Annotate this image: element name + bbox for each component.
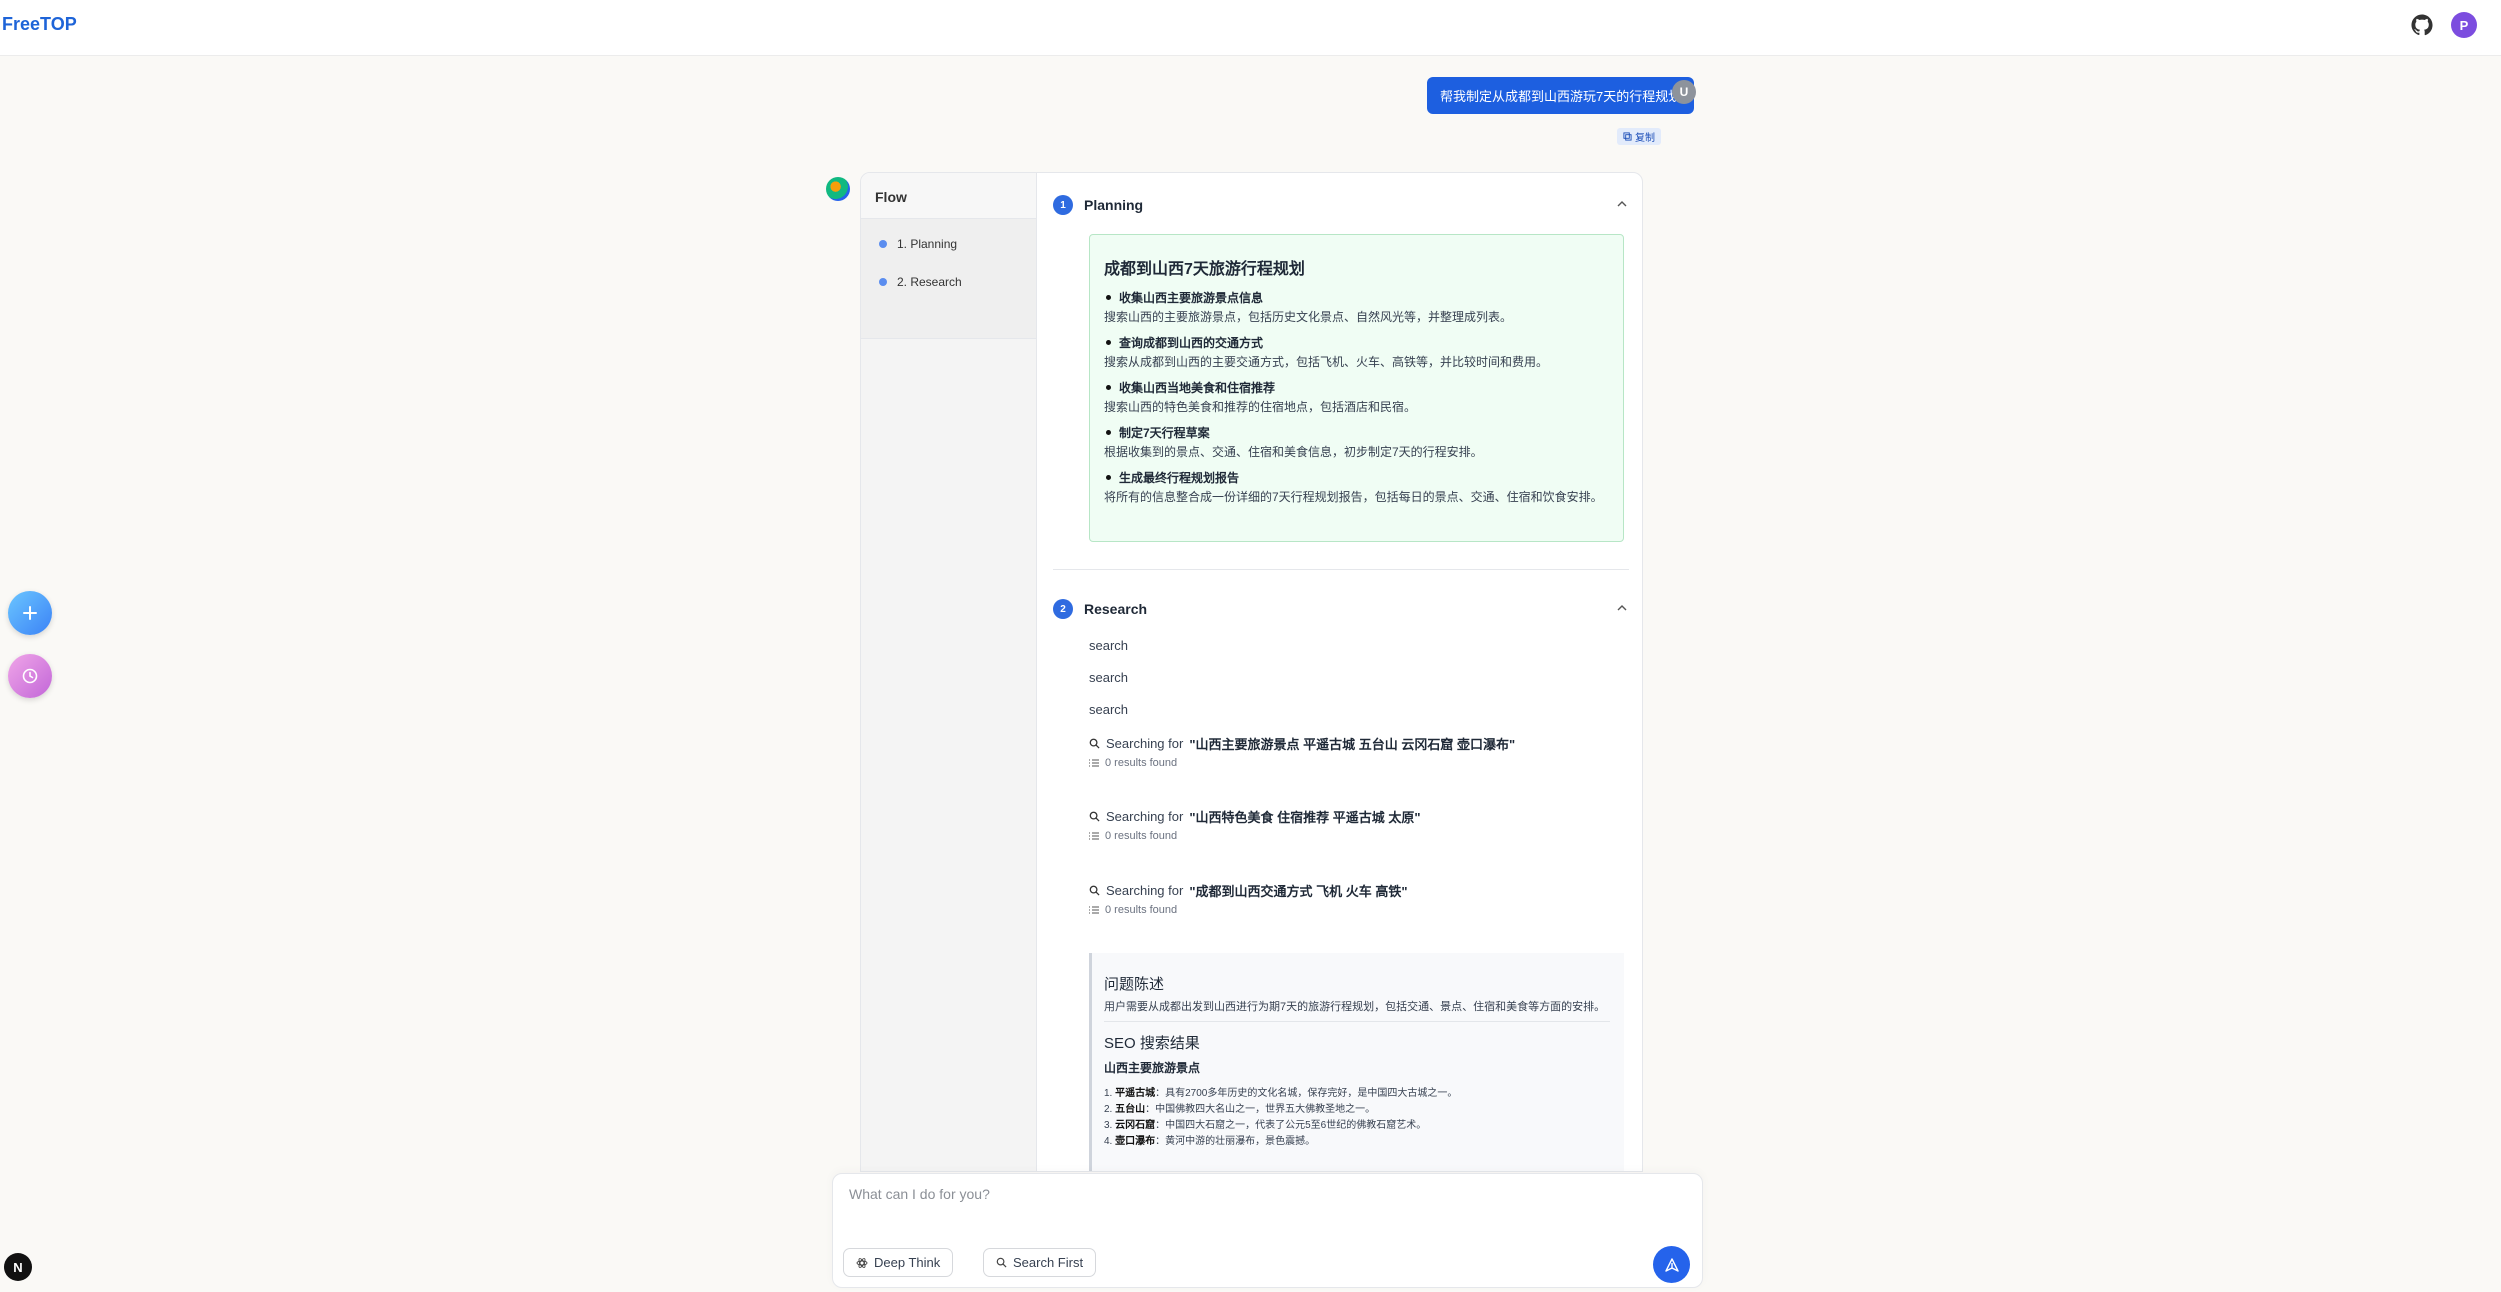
report-subheading: 山西主要旅游景点 (1104, 1061, 1201, 1075)
plan-step-title: 生成最终行程规划报告 (1104, 469, 1609, 486)
flow-title: Flow (861, 173, 1036, 219)
search-icon (1089, 885, 1100, 896)
search-first-toggle[interactable]: Search First (983, 1248, 1097, 1277)
flow-item-label: 2. Research (897, 275, 962, 289)
atom-icon (856, 1257, 868, 1268)
search-results-count: 0 results found (1105, 904, 1178, 916)
send-button[interactable] (1653, 1246, 1690, 1283)
plan-step-title: 制定7天行程草案 (1104, 424, 1609, 441)
flow-dot-icon (879, 278, 887, 286)
search-query-line: Searching for "山西特色美食 住宿推荐 平遥古城 太原" (1089, 807, 1421, 826)
flow-sidebar: Flow 1. Planning 2. Research (861, 173, 1037, 1171)
searching-prefix: Searching for (1106, 883, 1184, 898)
plan-box: 成都到山西7天旅游行程规划 收集山西主要旅游景点信息 搜索山西的主要旅游景点，包… (1089, 234, 1624, 542)
planning-section-header[interactable]: 1 Planning (1053, 190, 1629, 220)
search-results-count: 0 results found (1105, 757, 1178, 769)
plan-step-desc: 搜索山西的特色美食和推荐的住宿地点，包括酒店和民宿。 (1104, 400, 1417, 414)
brand-logo[interactable]: FreeTOP (2, 14, 77, 35)
search-icon (1089, 738, 1100, 749)
history-button[interactable] (8, 654, 52, 698)
search-icon (1089, 811, 1100, 822)
tool-call-label: search (1089, 702, 1129, 717)
search-results-line: 0 results found (1089, 757, 1177, 769)
search-query: "山西特色美食 住宿推荐 平遥古城 太原" (1189, 810, 1421, 825)
report-heading: 问题陈述 (1104, 976, 1165, 993)
copy-button[interactable]: 复制 (1617, 128, 1661, 145)
tool-call-label: search (1089, 638, 1129, 653)
searching-prefix: Searching for (1106, 809, 1184, 824)
plan-step: 查询成都到山西的交通方式 搜索从成都到山西的主要交通方式，包括飞机、火车、高铁等… (1104, 334, 1609, 373)
copy-icon (1623, 132, 1632, 141)
planning-section-title: Planning (1084, 197, 1144, 213)
assistant-avatar (826, 177, 850, 201)
send-icon (1664, 1257, 1679, 1272)
deep-think-label: Deep Think (874, 1255, 941, 1270)
section-divider (1053, 569, 1629, 570)
nextjs-logo-icon[interactable]: N (4, 1253, 32, 1281)
search-results-line: 0 results found (1089, 904, 1177, 916)
chat-input-bar: Deep Think Search First (832, 1173, 1703, 1288)
flow-content: 1 Planning 成都到山西7天旅游行程规划 收集山西主要旅游景点信息 搜索… (1053, 173, 1629, 1171)
clock-icon (22, 668, 38, 684)
plan-step-desc: 将所有的信息整合成一份详细的7天行程规划报告，包括每日的景点、交通、住宿和饮食安… (1104, 490, 1603, 504)
plan-step-desc: 根据收集到的景点、交通、住宿和美食信息，初步制定7天的行程安排。 (1104, 445, 1483, 459)
flow-step-list: 1. Planning 2. Research (861, 219, 1036, 339)
list-icon (1089, 832, 1099, 840)
report-paragraph: 用户需要从成都出发到山西进行为期7天的旅游行程规划，包括交通、景点、住宿和美食等… (1104, 1000, 1610, 1022)
plan-step-title: 查询成都到山西的交通方式 (1104, 334, 1609, 351)
copy-label: 复制 (1635, 133, 1655, 144)
github-icon[interactable] (2411, 14, 2433, 36)
flow-item-label: 1. Planning (897, 237, 958, 251)
research-step-number: 2 (1053, 599, 1073, 619)
research-section-header[interactable]: 2 Research (1053, 594, 1629, 624)
planning-step-number: 1 (1053, 195, 1073, 215)
report-list-item: 4. 壶口瀑布：黄河中游的壮丽瀑布，景色震撼。 (1104, 1136, 1316, 1147)
plan-step: 收集山西主要旅游景点信息 搜索山西的主要旅游景点，包括历史文化景点、自然风光等，… (1104, 289, 1609, 328)
plan-step-desc: 搜索山西的主要旅游景点，包括历史文化景点、自然风光等，并整理成列表。 (1104, 310, 1513, 324)
user-message-avatar: U (1672, 80, 1696, 104)
report-list-item: 2. 五台山：中国佛教四大名山之一，世界五大佛教圣地之一。 (1104, 1104, 1376, 1115)
search-query: "成都到山西交通方式 飞机 火车 高铁" (1189, 884, 1408, 899)
search-query: "山西主要旅游景点 平遥古城 五台山 云冈石窟 壶口瀑布" (1189, 737, 1516, 752)
flow-dot-icon (879, 240, 887, 248)
list-icon (1089, 759, 1099, 767)
search-first-label: Search First (1013, 1255, 1084, 1270)
flow-item-planning[interactable]: 1. Planning (861, 225, 1036, 263)
chevron-up-icon[interactable] (1615, 197, 1629, 211)
search-icon (996, 1257, 1007, 1268)
deep-think-toggle[interactable]: Deep Think (843, 1248, 954, 1277)
plan-step: 收集山西当地美食和住宿推荐 搜索山西的特色美食和推荐的住宿地点，包括酒店和民宿。 (1104, 379, 1609, 418)
search-results-line: 0 results found (1089, 830, 1177, 842)
tool-call-label: search (1089, 670, 1129, 685)
top-header: FreeTOP P (0, 0, 2501, 56)
flow-item-research[interactable]: 2. Research (861, 263, 1036, 301)
plan-step: 制定7天行程草案 根据收集到的景点、交通、住宿和美食信息，初步制定7天的行程安排… (1104, 424, 1609, 463)
search-query-line: Searching for "成都到山西交通方式 飞机 火车 高铁" (1089, 881, 1408, 900)
new-chat-button[interactable] (8, 591, 52, 635)
research-section-title: Research (1084, 601, 1148, 617)
plan-title: 成都到山西7天旅游行程规划 (1104, 261, 1305, 278)
report-heading: SEO 搜索结果 (1104, 1035, 1200, 1052)
user-avatar[interactable]: P (2451, 12, 2477, 38)
chevron-up-icon[interactable] (1615, 601, 1629, 615)
search-results-count: 0 results found (1105, 830, 1178, 842)
plan-step-desc: 搜索从成都到山西的主要交通方式，包括飞机、火车、高铁等，并比较时间和费用。 (1104, 355, 1549, 369)
report-list-item: 3. 云冈石窟：中国四大石窟之一，代表了公元5至6世纪的佛教石窟艺术。 (1104, 1120, 1427, 1131)
report-list-item: 1. 平遥古城：具有2700多年历史的文化名城，保存完好，是中国四大古城之一。 (1104, 1088, 1458, 1099)
plan-step-title: 收集山西主要旅游景点信息 (1104, 289, 1609, 306)
searching-prefix: Searching for (1106, 736, 1184, 751)
plan-step-title: 收集山西当地美食和住宿推荐 (1104, 379, 1609, 396)
research-report: 问题陈述 用户需要从成都出发到山西进行为期7天的旅游行程规划，包括交通、景点、住… (1089, 953, 1624, 1171)
plus-icon (23, 606, 37, 620)
flow-card: Flow 1. Planning 2. Research 1 Planning … (860, 172, 1643, 1172)
user-message-bubble: 帮我制定从成都到山西游玩7天的行程规划 (1427, 77, 1695, 114)
list-icon (1089, 906, 1099, 914)
chat-input[interactable] (849, 1186, 1669, 1226)
search-query-line: Searching for "山西主要旅游景点 平遥古城 五台山 云冈石窟 壶口… (1089, 734, 1515, 753)
plan-step: 生成最终行程规划报告 将所有的信息整合成一份详细的7天行程规划报告，包括每日的景… (1104, 469, 1609, 508)
